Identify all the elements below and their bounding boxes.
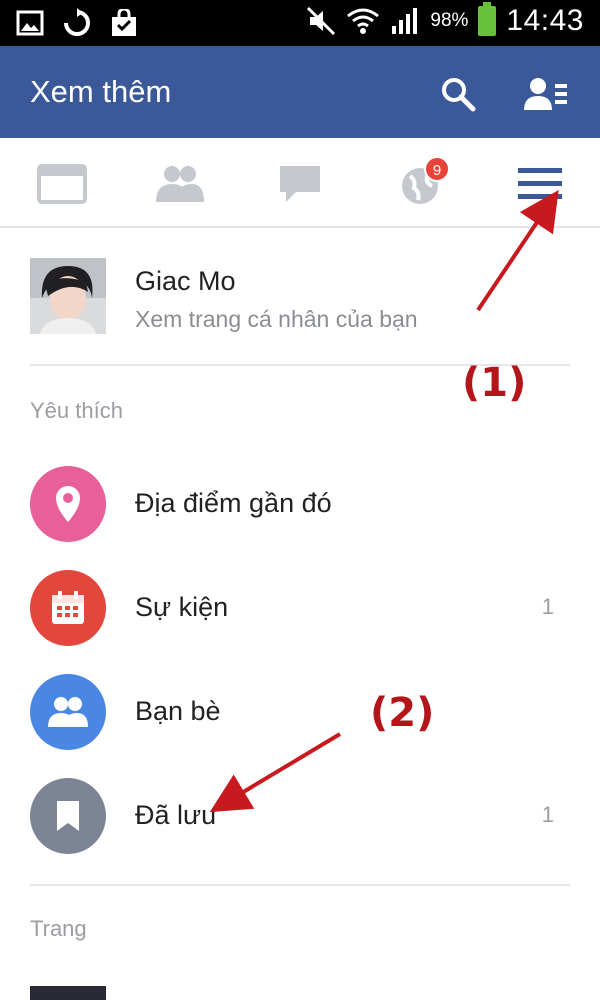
menu-icon[interactable] xyxy=(514,162,566,206)
page-title: Xem thêm xyxy=(30,74,172,109)
signal-icon xyxy=(392,8,418,34)
search-icon[interactable] xyxy=(440,76,476,112)
app-bar: Xem thêm xyxy=(0,46,600,138)
section-label-favorites: Yêu thích xyxy=(30,398,123,423)
battery-percent: 98% xyxy=(430,10,469,31)
menu-item-count: 1 xyxy=(541,802,554,827)
menu-item-label: Bạn bè xyxy=(135,696,221,726)
tab-bar xyxy=(0,138,600,228)
divider xyxy=(30,884,570,886)
menu-item-saved[interactable]: Đã lưu 1 xyxy=(0,766,600,870)
profile-subtitle: Xem trang cá nhân của bạn xyxy=(135,306,418,332)
page-thumbnail[interactable] xyxy=(30,986,106,1000)
annotation-label-1: (1) xyxy=(462,360,527,406)
mute-icon xyxy=(307,6,336,36)
status-bar: 98% 14:43 xyxy=(0,0,600,46)
status-right-icons: 98% 14:43 xyxy=(306,2,584,38)
avatar xyxy=(30,258,106,334)
messages-icon[interactable] xyxy=(274,162,326,206)
clock: 14:43 xyxy=(506,4,584,37)
menu-item-count: 1 xyxy=(541,594,554,619)
menu-item-nearby-places[interactable]: Địa điểm gần đó xyxy=(0,454,600,558)
menu-item-friends[interactable]: Bạn bè xyxy=(0,662,600,766)
menu-item-events[interactable]: Sự kiện 1 xyxy=(0,558,600,662)
menu-item-label: Sự kiện xyxy=(135,592,229,622)
profile-row[interactable]: Giac Mo Xem trang cá nhân của bạn xyxy=(0,242,600,352)
section-label-pages: Trang xyxy=(30,916,87,941)
status-left-icons xyxy=(16,8,138,38)
notification-badge: 9 xyxy=(424,156,450,182)
shopping-bag-icon xyxy=(112,9,136,36)
image-icon xyxy=(16,10,44,36)
calendar-icon xyxy=(30,570,106,646)
wifi-icon xyxy=(347,8,380,34)
menu-item-label: Đã lưu xyxy=(135,800,217,830)
contacts-icon[interactable] xyxy=(524,76,568,112)
friends-icon xyxy=(30,674,106,750)
sync-icon xyxy=(64,8,90,36)
bookmark-icon xyxy=(30,778,106,854)
news-feed-icon[interactable] xyxy=(36,162,88,206)
annotation-label-2: (2) xyxy=(370,690,435,736)
profile-name: Giac Mo xyxy=(135,266,236,296)
menu-item-label: Địa điểm gần đó xyxy=(135,488,332,518)
location-pin-icon xyxy=(30,466,106,542)
battery-icon xyxy=(478,2,497,36)
friends-icon[interactable] xyxy=(154,162,206,206)
